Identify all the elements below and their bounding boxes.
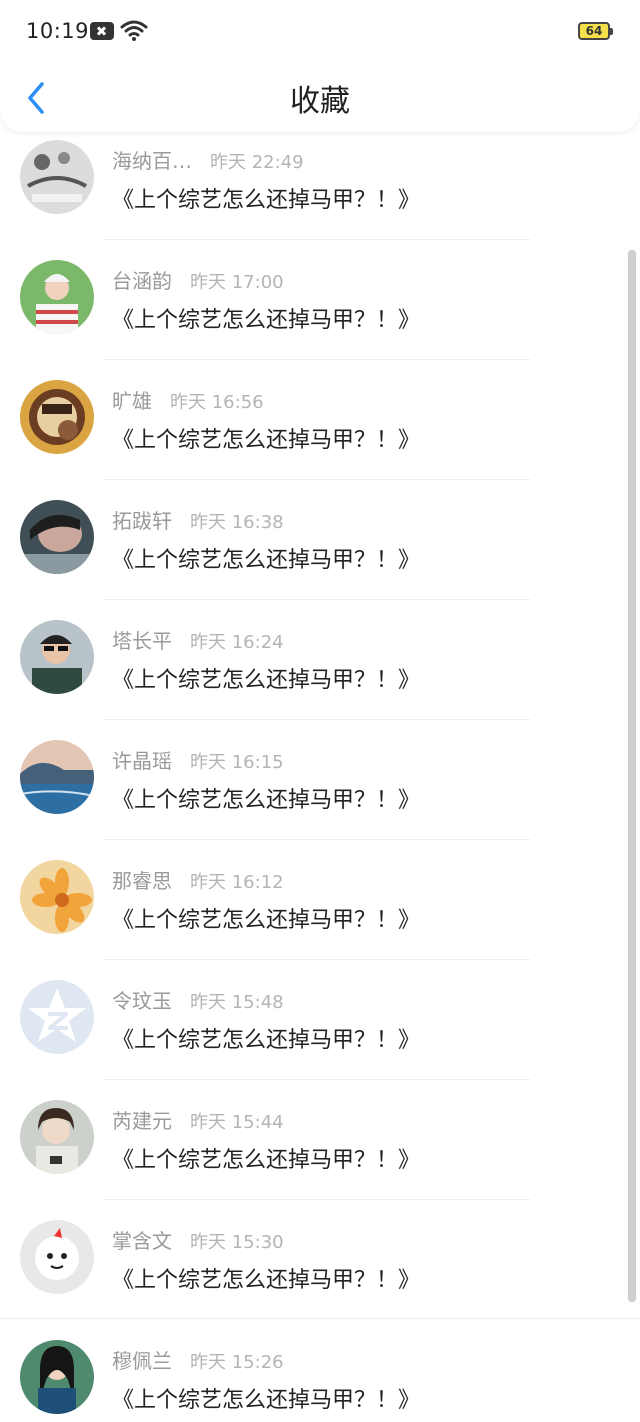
avatar [20, 1340, 94, 1414]
item-title: 《上个综艺怎么还掉马甲？！》 [112, 308, 421, 333]
wifi-icon [120, 20, 148, 41]
list-item[interactable]: 拓跋轩 昨天 16:38 《上个综艺怎么还掉马甲？！》 [0, 480, 640, 600]
item-meta: 掌含文 昨天 15:30 [112, 1225, 284, 1254]
item-meta: 旷雄 昨天 16:56 [112, 385, 264, 414]
item-meta: 芮建元 昨天 15:44 [112, 1105, 284, 1134]
item-title: 《上个综艺怎么还掉马甲？！》 [112, 428, 421, 453]
scrollbar[interactable] [628, 250, 636, 1302]
nav-bar: 收藏 [0, 64, 640, 132]
timestamp: 昨天 16:24 [190, 632, 284, 653]
avatar [20, 980, 94, 1054]
timestamp: 昨天 16:15 [190, 752, 284, 773]
avatar [20, 260, 94, 334]
timestamp: 昨天 17:00 [190, 272, 284, 293]
item-meta: 那睿思 昨天 16:12 [112, 865, 284, 894]
item-meta: 塔长平 昨天 16:24 [112, 625, 284, 654]
item-title: 《上个综艺怎么还掉马甲？！》 [112, 788, 421, 813]
list-item[interactable]: 穆佩兰 昨天 15:26 《上个综艺怎么还掉马甲？！》 [0, 1320, 640, 1422]
timestamp: 昨天 15:30 [190, 1232, 284, 1253]
item-title: 《上个综艺怎么还掉马甲？！》 [112, 188, 421, 213]
status-time: 10:19 [26, 19, 90, 43]
item-meta: 穆佩兰 昨天 15:26 [112, 1345, 284, 1374]
author-name: 台涵韵 [112, 269, 172, 293]
item-title: 《上个综艺怎么还掉马甲？！》 [112, 908, 421, 933]
avatar [20, 140, 94, 214]
author-name: 那睿思 [112, 869, 172, 893]
item-title: 《上个综艺怎么还掉马甲？！》 [112, 668, 421, 693]
avatar [20, 740, 94, 814]
avatar [20, 1220, 94, 1294]
avatar [20, 380, 94, 454]
timestamp: 昨天 15:26 [190, 1352, 284, 1373]
author-name: 穆佩兰 [112, 1349, 172, 1373]
list-item[interactable]: 旷雄 昨天 16:56 《上个综艺怎么还掉马甲？！》 [0, 360, 640, 480]
author-name: 令玟玉 [112, 989, 172, 1013]
battery-indicator: 64 [578, 22, 613, 40]
item-title: 《上个综艺怎么还掉马甲？！》 [112, 1148, 421, 1173]
status-bar: 10:19 64 [0, 0, 640, 64]
list-item[interactable]: 许晶瑶 昨天 16:15 《上个综艺怎么还掉马甲？！》 [0, 720, 640, 840]
list-item[interactable]: 海纳百… 昨天 22:49 《上个综艺怎么还掉马甲？！》 [0, 120, 640, 240]
list-item[interactable]: 令玟玉 昨天 15:48 《上个综艺怎么还掉马甲？！》 [0, 960, 640, 1080]
avatar [20, 500, 94, 574]
timestamp: 昨天 16:56 [170, 392, 264, 413]
item-meta: 许晶瑶 昨天 16:15 [112, 745, 284, 774]
item-title: 《上个综艺怎么还掉马甲？！》 [112, 1028, 421, 1053]
author-name: 海纳百… [112, 149, 192, 173]
author-name: 芮建元 [112, 1109, 172, 1133]
timestamp: 昨天 16:12 [190, 872, 284, 893]
no-sim-icon [90, 22, 114, 40]
item-meta: 拓跋轩 昨天 16:38 [112, 505, 284, 534]
timestamp: 昨天 16:38 [190, 512, 284, 533]
timestamp: 昨天 22:49 [210, 152, 304, 173]
list-item[interactable]: 芮建元 昨天 15:44 《上个综艺怎么还掉马甲？！》 [0, 1080, 640, 1200]
favorites-list: 海纳百… 昨天 22:49 《上个综艺怎么还掉马甲？！》 台涵韵 昨天 17:00 … [0, 120, 640, 1422]
timestamp: 昨天 15:48 [190, 992, 284, 1013]
author-name: 塔长平 [112, 629, 172, 653]
scrollbar-thumb[interactable] [628, 250, 636, 1302]
list-item[interactable]: 那睿思 昨天 16:12 《上个综艺怎么还掉马甲？！》 [0, 840, 640, 960]
author-name: 许晶瑶 [112, 749, 172, 773]
avatar [20, 620, 94, 694]
author-name: 拓跋轩 [112, 509, 172, 533]
item-title: 《上个综艺怎么还掉马甲？！》 [112, 1388, 421, 1413]
page-title: 收藏 [290, 84, 350, 119]
avatar [20, 860, 94, 934]
item-meta: 台涵韵 昨天 17:00 [112, 265, 284, 294]
list-item[interactable]: 塔长平 昨天 16:24 《上个综艺怎么还掉马甲？！》 [0, 600, 640, 720]
divider [0, 1318, 640, 1319]
item-title: 《上个综艺怎么还掉马甲？！》 [112, 1268, 421, 1293]
item-title: 《上个综艺怎么还掉马甲？！》 [112, 548, 421, 573]
item-meta: 令玟玉 昨天 15:48 [112, 985, 284, 1014]
author-name: 掌含文 [112, 1229, 172, 1253]
timestamp: 昨天 15:44 [190, 1112, 284, 1133]
list-item[interactable]: 掌含文 昨天 15:30 《上个综艺怎么还掉马甲？！》 [0, 1200, 640, 1320]
list-item[interactable]: 台涵韵 昨天 17:00 《上个综艺怎么还掉马甲？！》 [0, 240, 640, 360]
avatar [20, 1100, 94, 1174]
author-name: 旷雄 [112, 389, 152, 413]
item-meta: 海纳百… 昨天 22:49 [112, 145, 304, 174]
